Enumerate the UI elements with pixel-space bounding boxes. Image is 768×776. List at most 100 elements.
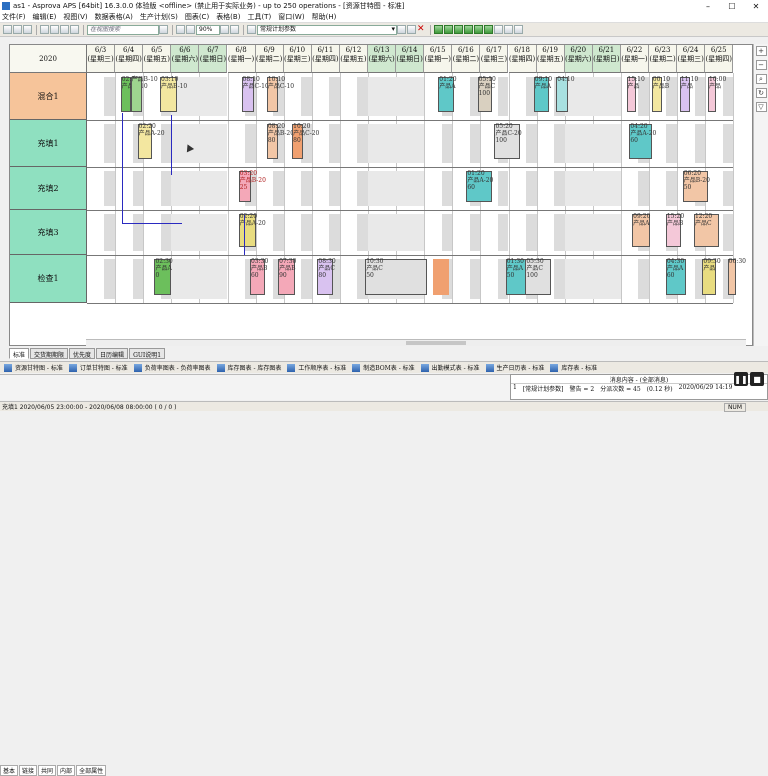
tab-internal[interactable]: 内部 [57, 765, 76, 776]
menu-window[interactable]: 窗口(W) [278, 12, 304, 22]
operation-bar[interactable] [266, 124, 279, 159]
paste-icon[interactable] [60, 25, 69, 34]
task-shift-table[interactable]: 出勤模式表 - 标准 [420, 363, 480, 372]
tab-due-date[interactable]: 交货期期限 [30, 348, 69, 359]
date-header[interactable]: 6/19 (星期五) [536, 45, 565, 73]
grid-icon[interactable] [230, 25, 239, 34]
operation-bar[interactable] [494, 124, 520, 159]
pause-icon[interactable]: ❚❚ [734, 372, 748, 386]
task-inventory-chart[interactable]: 库存图表 - 库存图表 [216, 363, 281, 372]
tab-standard[interactable]: 标准 [9, 348, 30, 359]
minimize-icon[interactable]: – [696, 0, 720, 12]
operation-bar[interactable] [682, 171, 708, 202]
operation-bar[interactable] [651, 77, 662, 112]
search-icon[interactable]: ⌕ [755, 74, 767, 84]
operation-bar[interactable] [365, 259, 427, 295]
operation-bar[interactable] [556, 77, 568, 112]
zoom-in-icon[interactable]: + [755, 46, 767, 56]
tab-basic[interactable]: 基本 [0, 765, 19, 776]
resource-3[interactable]: 充填2 [10, 167, 87, 210]
new-icon[interactable] [3, 25, 12, 34]
schedule-icon[interactable] [247, 25, 256, 34]
date-header[interactable]: 6/24 (星期三) [677, 45, 706, 73]
task-inventory-table[interactable]: 库存表 - 标准 [550, 363, 597, 372]
menu-table[interactable]: 表格(B) [216, 12, 240, 22]
operation-bar[interactable] [130, 77, 142, 112]
operation-bar[interactable] [292, 124, 304, 159]
chart-icon[interactable] [504, 25, 513, 34]
operation-bar[interactable] [702, 259, 717, 295]
operation-bar[interactable] [632, 214, 651, 247]
resource-2[interactable]: 充填1 [10, 120, 87, 167]
gantt-view-6-icon[interactable] [484, 25, 493, 34]
menu-chart[interactable]: 图表(C) [185, 12, 209, 22]
zoom-out-icon[interactable]: − [755, 60, 767, 70]
gantt-view-3-icon[interactable] [454, 25, 463, 34]
menu-tools[interactable]: 工具(T) [247, 12, 271, 22]
date-header[interactable]: 6/18 (星期四) [508, 45, 537, 73]
date-header[interactable]: 6/5 (星期五) [143, 45, 172, 73]
zoom-select[interactable]: 90% [196, 24, 220, 35]
gantt-view-2-icon[interactable] [444, 25, 453, 34]
gantt-view-1-icon[interactable] [434, 25, 443, 34]
zoom-out-icon[interactable] [176, 25, 185, 34]
operation-bar[interactable] [665, 214, 682, 247]
menu-help[interactable]: 帮助(H) [312, 12, 337, 22]
task-order-gantt[interactable]: 订单甘特图 - 标准 [68, 363, 128, 372]
date-header[interactable]: 6/10 (星期三) [283, 45, 312, 73]
task-load-chart[interactable]: 负荷率图表 - 负荷率图表 [133, 363, 211, 372]
menu-file[interactable]: 文件(F) [2, 12, 26, 22]
task-work-order-table[interactable]: 工作顺序表 - 标准 [287, 363, 346, 372]
date-header[interactable]: 6/15 (星期一) [424, 45, 453, 73]
tab-all-properties[interactable]: 全部属性 [76, 765, 107, 776]
message-row[interactable]: 1 [常规计划参数] 警告 = 2 分派次数 = 45 (0.12 秒) 202… [511, 384, 767, 393]
tab-link[interactable]: 链接 [19, 765, 38, 776]
date-header[interactable]: 6/8 (星期一) [227, 45, 256, 73]
menu-data-table[interactable]: 数据表格(A) [95, 12, 133, 22]
gantt-view-4-icon[interactable] [464, 25, 473, 34]
plan-parameter-select[interactable]: 常规计划参数 [257, 24, 397, 35]
flag-icon[interactable] [407, 25, 416, 34]
table-icon[interactable] [494, 25, 503, 34]
cut-icon[interactable] [40, 25, 49, 34]
delete-icon[interactable]: ✕ [417, 25, 426, 34]
date-header[interactable]: 6/16 (星期二) [452, 45, 481, 73]
operation-bar[interactable] [154, 259, 172, 295]
operation-bar[interactable] [238, 214, 256, 247]
operation-bar[interactable] [477, 77, 492, 112]
run-icon[interactable] [397, 25, 406, 34]
filter-icon[interactable]: ▽ [755, 102, 767, 112]
date-header[interactable]: 6/20 (星期六) [564, 45, 593, 73]
date-header[interactable]: 6/3 (星期三) [87, 45, 116, 73]
date-header[interactable]: 6/23 (星期二) [649, 45, 678, 73]
date-header[interactable]: 6/21 (星期日) [592, 45, 621, 73]
operation-bar[interactable] [249, 259, 266, 295]
gantt-view-5-icon[interactable] [474, 25, 483, 34]
operation-bar[interactable] [438, 77, 454, 112]
operation-bar[interactable] [629, 124, 652, 159]
task-resource-gantt[interactable]: 资源甘特图 - 标准 [4, 363, 63, 372]
operation-bar[interactable] [137, 124, 152, 159]
refresh-icon[interactable]: ↻ [755, 88, 767, 98]
task-bom-table[interactable]: 制造BOM表 - 标准 [352, 363, 415, 372]
operation-bar[interactable] [727, 259, 737, 295]
stop-icon[interactable]: ■ [750, 372, 764, 386]
date-header[interactable]: 6/14 (星期日) [396, 45, 425, 73]
undo-icon[interactable] [70, 25, 79, 34]
operation-bar[interactable] [693, 214, 720, 247]
calendar-icon[interactable] [514, 25, 523, 34]
operation-bar[interactable] [626, 77, 637, 112]
tab-calendar-edit[interactable]: 日历编辑 [96, 348, 129, 359]
operation-bar[interactable] [525, 259, 551, 295]
date-header[interactable]: 6/9 (星期二) [255, 45, 284, 73]
manual-block[interactable] [432, 259, 450, 295]
resource-5[interactable]: 检查1 [10, 255, 87, 303]
operation-bar[interactable] [120, 77, 131, 112]
maximize-icon[interactable]: ☐ [720, 0, 744, 12]
operation-bar[interactable] [278, 259, 295, 295]
menu-schedule[interactable]: 生产计划(S) [140, 12, 178, 22]
operation-bar[interactable] [266, 77, 279, 112]
resource-4[interactable]: 充填3 [10, 210, 87, 255]
date-header[interactable]: 6/17 (星期三) [480, 45, 509, 73]
task-calendar-table[interactable]: 生产日历表 - 标准 [485, 363, 544, 372]
